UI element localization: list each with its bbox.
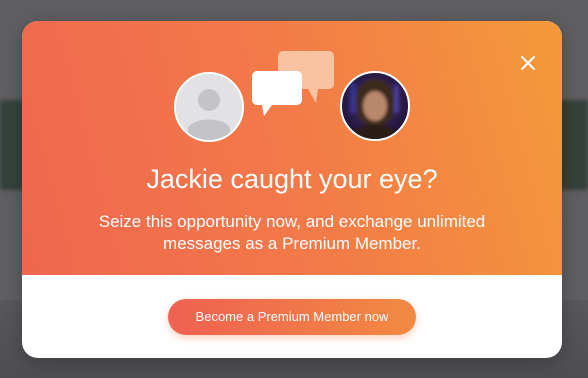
- close-button[interactable]: [516, 51, 540, 75]
- premium-upsell-modal: Jackie caught your eye? Seize this oppor…: [22, 21, 562, 358]
- modal-description: Seize this opportunity now, and exchange…: [62, 211, 522, 255]
- modal-headline: Jackie caught your eye?: [146, 164, 438, 194]
- match-photo: [350, 79, 399, 139]
- close-icon: [521, 56, 535, 70]
- modal-description-line1: Seize this opportunity now, and exchange…: [98, 212, 486, 231]
- my-avatar: [174, 72, 244, 142]
- match-avatar: [340, 71, 410, 141]
- chat-bubbles-icon: [250, 49, 340, 139]
- modal-description-line2: messages as a Premium Member.: [163, 234, 421, 253]
- become-premium-button[interactable]: Become a Premium Member now: [168, 299, 416, 335]
- default-user-icon: [176, 74, 242, 140]
